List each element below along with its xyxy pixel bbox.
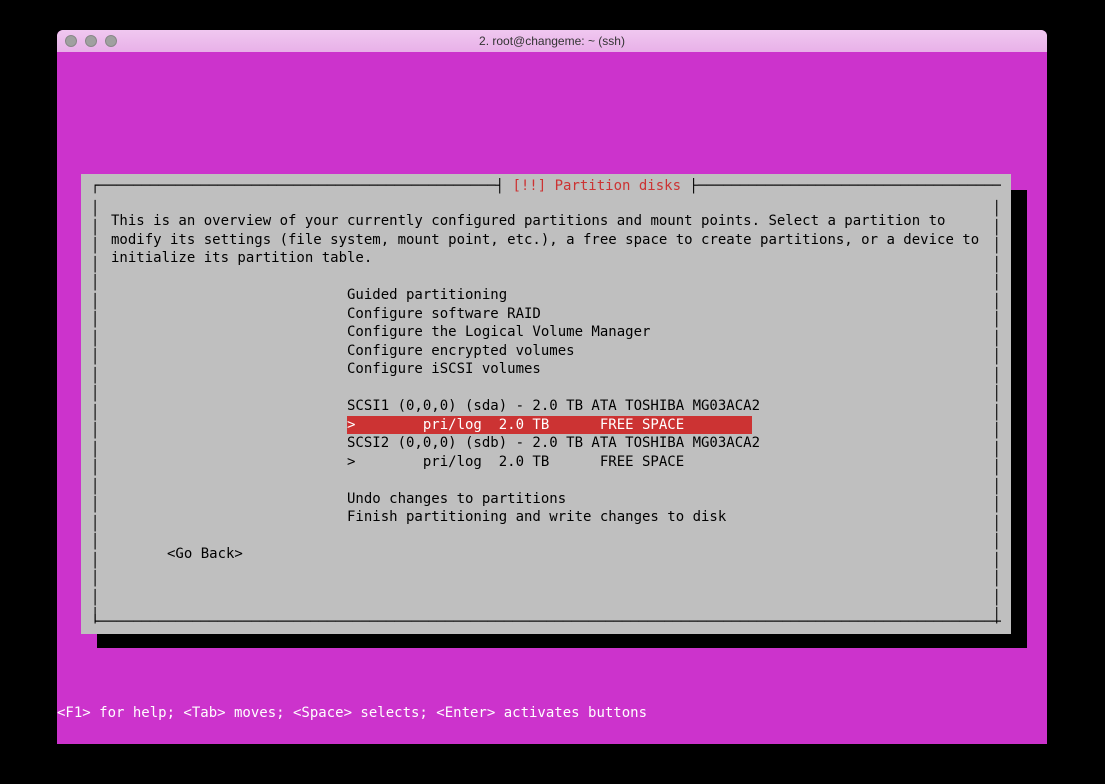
- menu-configure-lvm[interactable]: Configure the Logical Volume Manager: [347, 323, 987, 342]
- menu-undo-changes[interactable]: Undo changes to partitions: [347, 490, 987, 509]
- window-controls: [65, 35, 117, 47]
- terminal-area: ┌───────────────────────────────────────…: [57, 52, 1047, 744]
- titlebar: 2. root@changeme: ~ (ssh): [57, 30, 1047, 52]
- terminal-window: 2. root@changeme: ~ (ssh) ┌─────────────…: [57, 30, 1047, 744]
- disk-sda-header[interactable]: SCSI1 (0,0,0) (sda) - 2.0 TB ATA TOSHIBA…: [347, 397, 987, 416]
- go-back-button[interactable]: <Go Back>: [167, 546, 243, 562]
- menu-guided-partitioning[interactable]: Guided partitioning: [347, 286, 987, 305]
- menu-configure-encrypted[interactable]: Configure encrypted volumes: [347, 342, 987, 361]
- disk-sda-partition-freespace[interactable]: > pri/log 2.0 TB FREE SPACE: [347, 416, 752, 435]
- maximize-button[interactable]: [105, 35, 117, 47]
- minimize-button[interactable]: [85, 35, 97, 47]
- help-line: <F1> for help; <Tab> moves; <Space> sele…: [57, 704, 647, 722]
- disk-sdb-header[interactable]: SCSI2 (0,0,0) (sdb) - 2.0 TB ATA TOSHIBA…: [347, 434, 987, 453]
- close-button[interactable]: [65, 35, 77, 47]
- window-title: 2. root@changeme: ~ (ssh): [65, 34, 1039, 48]
- dialog-top-border: ┌───────────────────────────────────────…: [91, 178, 1001, 194]
- dialog-bottom-border: └───────────────────────────────────────…: [91, 614, 1001, 630]
- menu-configure-raid[interactable]: Configure software RAID: [347, 305, 987, 324]
- menu-finish-partitioning[interactable]: Finish partitioning and write changes to…: [347, 508, 987, 527]
- disk-sdb-partition-freespace[interactable]: > pri/log 2.0 TB FREE SPACE: [347, 453, 987, 472]
- menu-configure-iscsi[interactable]: Configure iSCSI volumes: [347, 360, 987, 379]
- dialog-description: This is an overview of your currently co…: [105, 206, 987, 268]
- partition-dialog: ┌───────────────────────────────────────…: [81, 174, 1011, 634]
- dialog-title: [!!] Partition disks: [512, 178, 681, 194]
